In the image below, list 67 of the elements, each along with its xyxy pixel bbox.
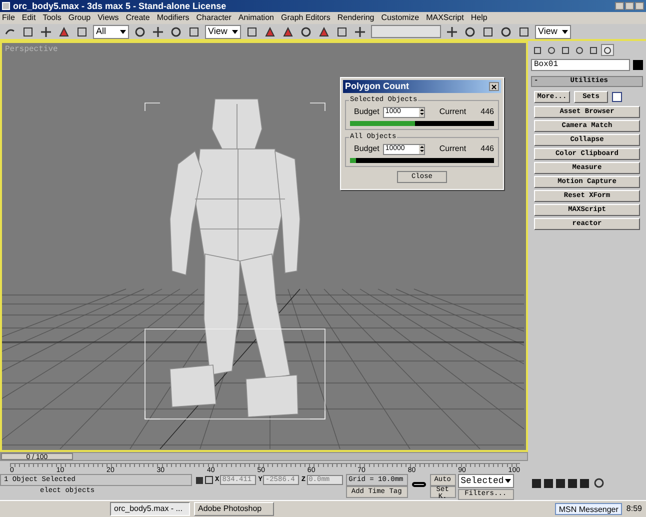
triangle-icon[interactable] xyxy=(263,24,277,38)
circle-icon[interactable] xyxy=(499,24,513,38)
budget-label: Budget xyxy=(354,143,380,155)
close-icon xyxy=(491,84,497,90)
spinner-arrows-icon xyxy=(419,108,424,116)
taskbar-button[interactable]: orc_body5.max - ... xyxy=(110,502,190,516)
square-icon[interactable] xyxy=(75,24,89,38)
triangle-icon[interactable] xyxy=(281,24,295,38)
color-swatch[interactable] xyxy=(633,60,643,70)
circle-icon[interactable] xyxy=(133,24,147,38)
current-value: 446 xyxy=(480,106,494,118)
circle-icon[interactable] xyxy=(463,24,477,38)
notification-popup[interactable]: MSN Messenger xyxy=(554,503,622,515)
close-icon[interactable] xyxy=(635,2,644,10)
caret-icon xyxy=(562,30,568,34)
dropdown[interactable]: All xyxy=(93,24,129,38)
circle-icon[interactable] xyxy=(299,24,313,38)
minimize-icon[interactable] xyxy=(615,2,624,10)
taskbar-button[interactable]: Adobe Photoshop xyxy=(194,502,274,516)
window-title: orc_body5.max - 3ds max 5 - Stand-alone License xyxy=(13,2,226,10)
panel-tab[interactable] xyxy=(559,44,572,56)
circle-icon[interactable] xyxy=(592,476,606,490)
menu-item[interactable]: Tools xyxy=(42,14,62,22)
square-icon[interactable] xyxy=(481,24,495,38)
dropdown[interactable]: Selected xyxy=(458,474,514,488)
square-icon[interactable] xyxy=(335,24,349,38)
panel-tab[interactable] xyxy=(531,44,544,56)
menu-item[interactable]: Character xyxy=(196,14,232,22)
selection-set-field[interactable] xyxy=(371,25,441,38)
restore-icon[interactable] xyxy=(625,2,634,10)
panel-tab[interactable] xyxy=(601,44,614,56)
panel-tab[interactable] xyxy=(587,44,600,56)
circle-icon[interactable] xyxy=(169,24,183,38)
menu-item[interactable]: Rendering xyxy=(337,14,374,22)
current-value: 446 xyxy=(480,143,494,155)
caret-icon xyxy=(504,479,511,483)
budget-label: Budget xyxy=(354,106,380,118)
menu-item[interactable]: Help xyxy=(470,14,488,22)
triangle-icon[interactable] xyxy=(317,24,331,38)
menu-item[interactable]: Edit xyxy=(22,14,36,22)
square-icon[interactable] xyxy=(21,24,35,38)
clock: 8:59 xyxy=(626,503,642,515)
current-label: Current xyxy=(439,106,466,118)
app-icon xyxy=(2,2,10,10)
menu-item[interactable]: Animation xyxy=(238,14,274,22)
close-button[interactable] xyxy=(489,82,499,91)
caret-icon xyxy=(120,30,126,34)
menu-item[interactable]: Group xyxy=(68,14,91,22)
menu-item[interactable]: Modifiers xyxy=(156,14,190,22)
square-icon[interactable] xyxy=(245,24,259,38)
dropdown[interactable]: View xyxy=(535,24,571,38)
object-name-field[interactable]: Box01 xyxy=(531,59,630,71)
menu-item[interactable]: Customize xyxy=(381,14,420,22)
caret-icon xyxy=(232,30,238,34)
triangle-icon[interactable] xyxy=(57,24,71,38)
menu-item[interactable]: MAXScript xyxy=(426,14,464,22)
menu-item[interactable]: Create xyxy=(126,14,150,22)
current-label: Current xyxy=(439,143,466,155)
menu-item[interactable]: Views xyxy=(98,14,119,22)
viewport-label: Perspective xyxy=(5,44,58,56)
square-icon[interactable] xyxy=(517,24,531,38)
menu-item[interactable]: Graph Editors xyxy=(280,14,330,22)
square-icon[interactable] xyxy=(187,24,201,38)
dropdown[interactable]: View xyxy=(205,24,241,38)
spinner-arrows-icon xyxy=(419,144,424,154)
dialog-title: Polygon Count xyxy=(345,80,409,93)
menu-item[interactable]: File xyxy=(2,14,15,22)
